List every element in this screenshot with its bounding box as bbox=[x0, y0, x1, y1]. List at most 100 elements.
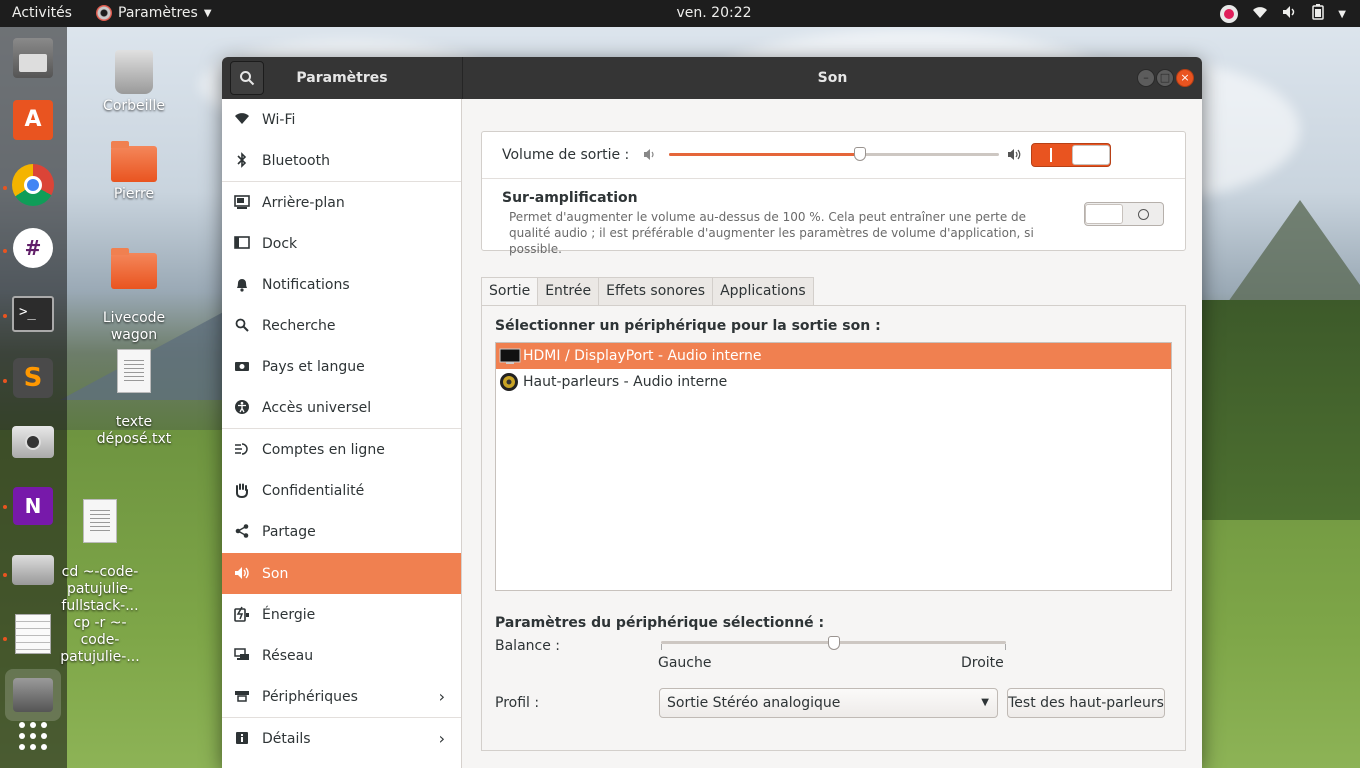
speaker-device-icon bbox=[499, 372, 519, 392]
volume-icon[interactable] bbox=[1282, 5, 1298, 23]
sidebar-item-label: Énergie bbox=[262, 606, 316, 623]
sidebar-item-power[interactable]: Énergie bbox=[222, 594, 461, 635]
software-icon[interactable]: A bbox=[10, 97, 56, 143]
sidebar-item-bluetooth[interactable]: Bluetooth bbox=[222, 140, 461, 181]
select-device-label: Sélectionner un périphérique pour la sor… bbox=[495, 318, 881, 334]
text-file-icon bbox=[83, 499, 117, 543]
trash-icon bbox=[115, 50, 153, 94]
text-file-icon bbox=[117, 349, 151, 393]
output-panel: Sélectionner un périphérique pour la sor… bbox=[481, 305, 1186, 751]
sidebar-item-notifications[interactable]: Notifications bbox=[222, 264, 461, 305]
camera-icon[interactable] bbox=[10, 419, 56, 465]
tab-applications[interactable]: Applications bbox=[713, 277, 814, 305]
sound-tabs: Sortie Entrée Effets sonores Application… bbox=[481, 277, 814, 305]
sidebar-item-sharing[interactable]: Partage bbox=[222, 511, 461, 552]
sidebar-item-label: Accès universel bbox=[262, 399, 372, 416]
network-icon bbox=[234, 647, 250, 663]
sidebar-item-background[interactable]: Arrière-plan bbox=[222, 182, 461, 223]
minimize-button[interactable]: – bbox=[1137, 69, 1155, 87]
switch-on-mark bbox=[1050, 148, 1052, 162]
sidebar-item-label: Pays et langue bbox=[262, 358, 365, 375]
search-icon bbox=[234, 317, 250, 333]
sidebar-item-label: Confidentialité bbox=[262, 482, 365, 499]
sidebar-item-network[interactable]: Réseau bbox=[222, 635, 461, 676]
speaker-low-icon bbox=[643, 148, 657, 165]
balance-slider-handle[interactable] bbox=[827, 636, 840, 650]
info-icon bbox=[234, 730, 250, 746]
balance-right-label: Droite bbox=[961, 655, 1004, 671]
volume-label: Volume de sortie : bbox=[502, 147, 630, 163]
chevron-right-icon: › bbox=[438, 729, 445, 748]
sidebar-item-privacy[interactable]: Confidentialité bbox=[222, 470, 461, 511]
profile-select[interactable]: Sortie Stéréo analogique ▼ bbox=[659, 688, 998, 718]
sidebar-item-label: Comptes en ligne bbox=[262, 441, 385, 458]
tab-sound-effects[interactable]: Effets sonores bbox=[599, 277, 714, 305]
sidebar-item-wifi[interactable]: Wi-Fi bbox=[222, 99, 461, 140]
sidebar-item-region[interactable]: Pays et langue bbox=[222, 346, 461, 387]
desktop-icon-folder[interactable]: Pierre bbox=[84, 141, 184, 203]
bluetooth-icon bbox=[234, 152, 250, 168]
accessibility-icon bbox=[234, 399, 250, 415]
wifi-icon[interactable] bbox=[1252, 5, 1268, 23]
sidebar-item-label: Bluetooth bbox=[262, 152, 330, 169]
tab-output[interactable]: Sortie bbox=[481, 277, 539, 305]
sidebar-item-dock[interactable]: Dock bbox=[222, 223, 461, 264]
sidebar-item-details[interactable]: Détails › bbox=[222, 718, 461, 759]
over-amplification-description: Permet d'augmenter le volume au-dessus d… bbox=[509, 210, 1034, 256]
sidebar-title: Paramètres bbox=[296, 70, 388, 86]
apps-grid-icon[interactable] bbox=[10, 713, 56, 759]
desktop-icon-label: cd ~-code- patujulie- fullstack-... cp -… bbox=[60, 564, 140, 665]
device-label: Haut-parleurs - Audio interne bbox=[523, 374, 728, 390]
switch-thumb bbox=[1085, 204, 1123, 224]
desktop-icon-trash[interactable]: Corbeille bbox=[84, 50, 184, 115]
page-title: Son bbox=[817, 70, 848, 86]
system-menu-chevron-icon[interactable]: ▼ bbox=[1338, 9, 1346, 20]
sidebar-item-search[interactable]: Recherche bbox=[222, 305, 461, 346]
desktop-icon-label: texte déposé.txt bbox=[96, 414, 172, 447]
share-icon bbox=[234, 523, 250, 539]
balance-tick-right bbox=[1005, 644, 1006, 650]
clock[interactable]: ven. 20:22 bbox=[0, 5, 1360, 21]
speaker-high-icon bbox=[1007, 148, 1023, 165]
sidebar-item-label: Détails bbox=[262, 730, 311, 747]
settings-window: Paramètres Son – □ × Wi-Fi Bluetooth Arr… bbox=[222, 57, 1202, 768]
volume-mute-switch[interactable] bbox=[1031, 143, 1111, 167]
speaker-icon bbox=[234, 565, 250, 581]
sublime-icon[interactable]: S bbox=[10, 355, 56, 401]
profile-label: Profil : bbox=[495, 695, 540, 711]
terminal-icon[interactable]: >_ bbox=[10, 291, 56, 337]
sidebar: Wi-Fi Bluetooth Arrière-plan Dock Notifi… bbox=[222, 99, 462, 768]
close-button[interactable]: × bbox=[1176, 69, 1194, 87]
devices-icon bbox=[234, 688, 250, 704]
dock-icon bbox=[234, 235, 250, 251]
slack-icon[interactable]: # bbox=[10, 225, 56, 271]
sidebar-item-sound[interactable]: Son bbox=[222, 553, 461, 594]
sidebar-item-label: Recherche bbox=[262, 317, 336, 334]
sidebar-item-label: Périphériques bbox=[262, 688, 358, 705]
tab-input[interactable]: Entrée bbox=[538, 277, 600, 305]
device-settings-label: Paramètres du périphérique sélectionné : bbox=[495, 615, 825, 631]
volume-slider-handle[interactable] bbox=[854, 147, 867, 161]
sidebar-item-online-accounts[interactable]: Comptes en ligne bbox=[222, 429, 461, 470]
chevron-right-icon: › bbox=[438, 687, 445, 706]
files-icon[interactable] bbox=[10, 35, 56, 81]
desktop-icon-file[interactable]: cd ~-code- patujulie- fullstack-... cp -… bbox=[50, 482, 150, 683]
list-item[interactable]: HDMI / DisplayPort - Audio interne bbox=[496, 343, 1171, 369]
maximize-button[interactable]: □ bbox=[1156, 69, 1174, 87]
test-speakers-button[interactable]: Test des haut-parleurs bbox=[1007, 688, 1165, 718]
switch-thumb bbox=[1072, 145, 1110, 165]
sidebar-item-accessibility[interactable]: Accès universel bbox=[222, 387, 461, 428]
profile-select-value: Sortie Stéréo analogique bbox=[667, 695, 841, 711]
battery-icon[interactable] bbox=[1312, 4, 1325, 24]
volume-frame: Volume de sortie : Sur-amplification Per… bbox=[481, 131, 1186, 256]
list-item[interactable]: Haut-parleurs - Audio interne bbox=[496, 369, 1171, 395]
over-amplification-switch[interactable] bbox=[1084, 202, 1164, 226]
top-bar: Activités Paramètres ▼ ven. 20:22 ▼ bbox=[0, 0, 1360, 27]
slack-tray-icon[interactable] bbox=[1220, 5, 1239, 23]
dropdown-arrow-icon: ▼ bbox=[981, 697, 989, 708]
sidebar-item-label: Réseau bbox=[262, 647, 314, 664]
chrome-icon[interactable] bbox=[10, 162, 56, 208]
sidebar-item-devices[interactable]: Périphériques › bbox=[222, 676, 461, 717]
bell-icon bbox=[234, 276, 250, 292]
desktop-icon-file[interactable]: texte déposé.txt bbox=[84, 332, 184, 465]
